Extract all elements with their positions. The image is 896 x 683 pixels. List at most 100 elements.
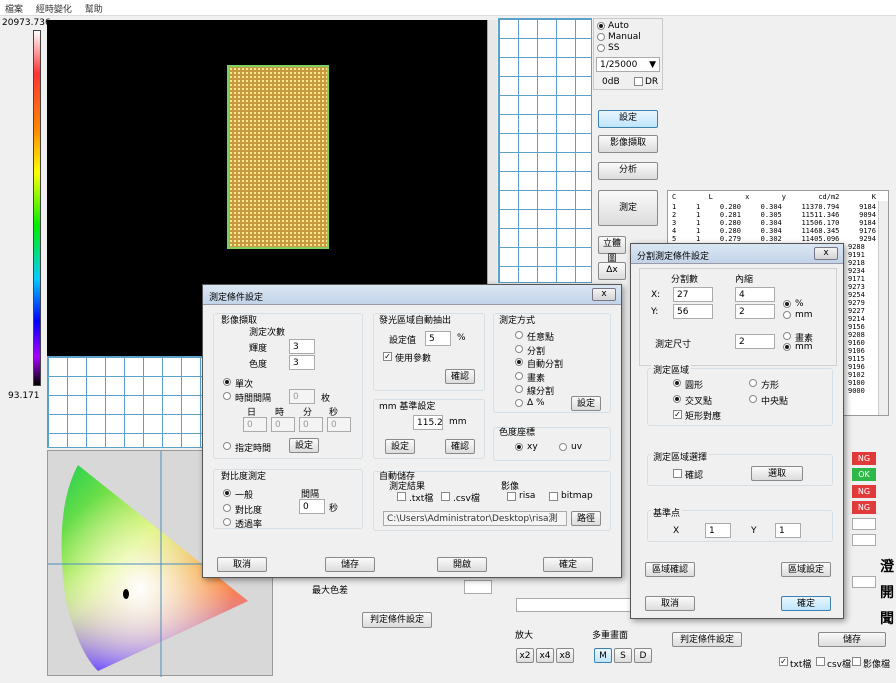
inner-y-input[interactable]: 2 xyxy=(735,304,775,319)
mm-input[interactable]: 115.2 xyxy=(413,415,443,430)
manual-label: Manual xyxy=(608,32,641,42)
save-settings-button[interactable]: 儲存 xyxy=(325,557,375,572)
path-button[interactable]: 路徑 xyxy=(571,511,601,526)
stand-button[interactable]: 立體圖 xyxy=(598,236,626,264)
menu-file[interactable]: 檔案 xyxy=(0,0,28,17)
minute-input[interactable]: 0 xyxy=(299,417,323,432)
ok-button[interactable]: 確定 xyxy=(543,557,593,572)
select-confirm-checkbox[interactable] xyxy=(673,469,682,478)
area-confirm-button[interactable]: 區域確認 xyxy=(645,562,695,577)
dialog-title: 分割測定條件設定 xyxy=(637,252,710,262)
capture-button[interactable]: 影像擷取 xyxy=(598,135,658,153)
contrast-radio[interactable] xyxy=(223,504,231,512)
rect-checkbox[interactable]: ✓ xyxy=(673,410,682,419)
menu-help[interactable]: 幫助 xyxy=(80,0,108,17)
inner-x-input[interactable]: 4 xyxy=(735,287,775,302)
uv-radio[interactable] xyxy=(559,443,567,451)
analyze-button[interactable]: 分析 xyxy=(598,162,658,180)
judge-settings-button[interactable]: 判定條件設定 xyxy=(362,612,432,628)
use-param-checkbox[interactable]: ✓ xyxy=(383,352,392,361)
mm-radio[interactable] xyxy=(783,311,791,319)
base-y-input[interactable]: 1 xyxy=(775,523,801,538)
base-x-input[interactable]: 1 xyxy=(705,523,731,538)
save-button[interactable]: 儲存 xyxy=(818,632,886,647)
measure-button[interactable]: 測定 xyxy=(598,190,658,226)
scale-max: 20973.736 xyxy=(2,18,51,28)
interval-radio[interactable] xyxy=(223,392,231,400)
pixel-radio[interactable] xyxy=(783,332,791,340)
delta-button[interactable]: Δx xyxy=(598,262,626,280)
single-radio[interactable] xyxy=(223,378,231,386)
zoom-x8-button[interactable]: x8 xyxy=(556,648,574,663)
lum-count-input[interactable]: 3 xyxy=(289,339,315,354)
path-input[interactable]: C:\Users\Administrator\Desktop\risa測 xyxy=(383,511,567,526)
multi-d-button[interactable]: D xyxy=(634,648,652,663)
interval-input[interactable]: 0 xyxy=(289,389,315,404)
base-header: 基準点 xyxy=(651,506,683,519)
csv-save-checkbox[interactable] xyxy=(441,492,450,501)
normal-radio[interactable] xyxy=(223,489,231,497)
mm-confirm-button[interactable]: 確認 xyxy=(445,439,475,454)
method-radio[interactable] xyxy=(515,371,523,380)
image-checkbox[interactable] xyxy=(852,657,861,666)
judge-settings-button-2[interactable]: 判定條件設定 xyxy=(672,632,742,647)
txt-checkbox[interactable]: ✓ xyxy=(779,657,788,666)
zoom-label: 放大 xyxy=(515,631,534,641)
div-y-input[interactable]: 56 xyxy=(673,304,713,319)
method-set-button[interactable]: 設定 xyxy=(571,396,601,411)
specified-radio[interactable] xyxy=(223,442,231,450)
bitmap-checkbox[interactable] xyxy=(549,492,558,501)
method-radio[interactable] xyxy=(515,385,523,393)
set-value-input[interactable]: 5 xyxy=(425,331,451,346)
close-icon[interactable]: x xyxy=(814,247,838,260)
settings-button[interactable]: 設定 xyxy=(598,110,658,128)
square-radio[interactable] xyxy=(749,379,757,387)
zoom-x2-button[interactable]: x2 xyxy=(516,648,534,663)
zoom-x4-button[interactable]: x4 xyxy=(536,648,554,663)
method-radio[interactable] xyxy=(515,398,523,407)
method-radio[interactable] xyxy=(515,358,523,366)
contrast-interval-input[interactable]: 0 xyxy=(299,499,325,514)
dialog-titlebar: 測定條件設定 x xyxy=(203,285,621,305)
multi-s-button[interactable]: S xyxy=(614,648,632,663)
method-radio[interactable] xyxy=(515,331,523,339)
close-icon[interactable]: x xyxy=(592,288,616,301)
csv-checkbox[interactable] xyxy=(816,657,825,666)
area-set-button[interactable]: 區域設定 xyxy=(781,562,831,577)
mm-set-button[interactable]: 設定 xyxy=(385,439,415,454)
trans-radio[interactable] xyxy=(223,518,231,526)
table-scrollbar[interactable] xyxy=(878,201,888,415)
max-diff-field xyxy=(464,580,492,594)
cross-radio[interactable] xyxy=(673,395,681,403)
circle-radio[interactable] xyxy=(673,379,681,387)
table-cell: 2 xyxy=(672,211,677,219)
interval-label: 時間間隔 xyxy=(235,394,272,404)
auto-radio[interactable] xyxy=(597,22,605,30)
cancel-button[interactable]: 取消 xyxy=(645,596,695,611)
method-radio[interactable] xyxy=(515,344,523,353)
div-x-input[interactable]: 27 xyxy=(673,287,713,302)
pct-radio[interactable] xyxy=(783,300,791,308)
center-radio[interactable] xyxy=(749,395,757,403)
dr-checkbox[interactable] xyxy=(634,77,643,86)
txt-save-checkbox[interactable] xyxy=(397,492,406,501)
color-count-input[interactable]: 3 xyxy=(289,355,315,370)
multi-m-button[interactable]: M xyxy=(594,648,612,663)
ok-button[interactable]: 確定 xyxy=(781,596,831,611)
hour-input[interactable]: 0 xyxy=(271,417,295,432)
xy-radio[interactable] xyxy=(515,443,523,451)
time-set-button[interactable]: 設定 xyxy=(289,438,319,453)
open-button[interactable]: 開啟 xyxy=(437,557,487,572)
size-mm-radio[interactable] xyxy=(783,343,791,351)
menu-timechange[interactable]: 經時變化 xyxy=(31,0,77,17)
shutter-select[interactable]: 1/25000 ▼ xyxy=(596,57,660,72)
second-input[interactable]: 0 xyxy=(327,417,351,432)
cancel-button[interactable]: 取消 xyxy=(217,557,267,572)
choose-button[interactable]: 選取 xyxy=(751,466,803,481)
auto-confirm-button[interactable]: 確認 xyxy=(445,369,475,384)
ss-radio[interactable] xyxy=(597,44,605,52)
risa-checkbox[interactable] xyxy=(507,492,516,501)
day-input[interactable]: 0 xyxy=(243,417,267,432)
size-input[interactable]: 2 xyxy=(735,334,775,349)
manual-radio[interactable] xyxy=(597,33,605,41)
